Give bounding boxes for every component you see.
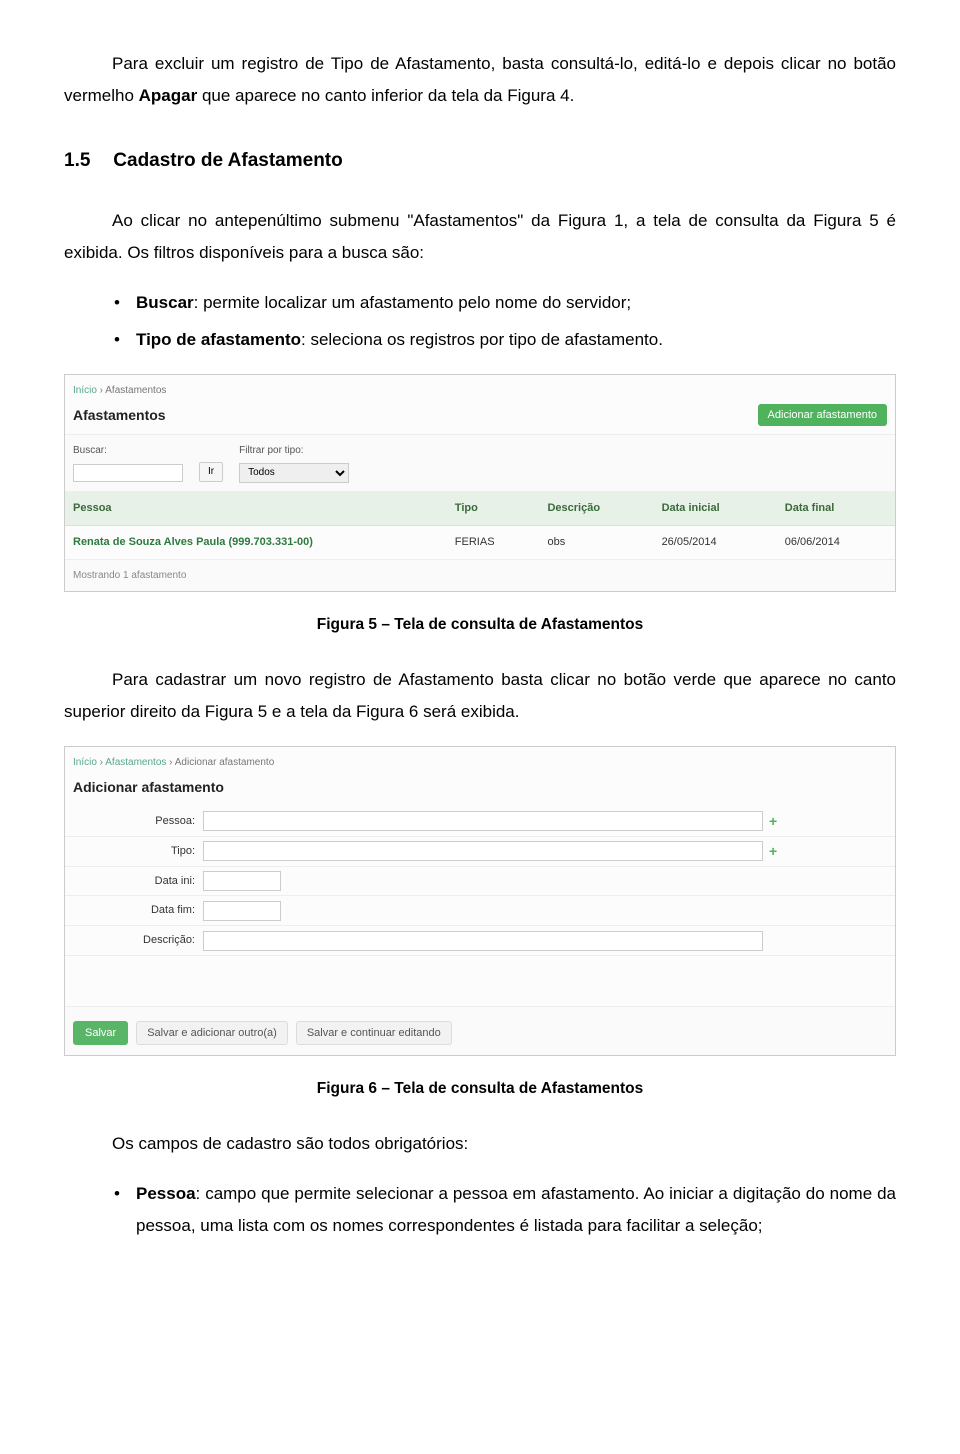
breadcrumb-afastamentos[interactable]: Afastamentos: [105, 757, 166, 768]
figure-6-caption: Figura 6 – Tela de consulta de Afastamen…: [64, 1074, 896, 1103]
descricao-field[interactable]: [203, 931, 763, 951]
breadcrumb-adicionar: Adicionar afastamento: [175, 757, 275, 768]
cell-tipo: FERIAS: [447, 526, 540, 560]
filtrar-label: Filtrar por tipo:: [239, 441, 349, 460]
search-input[interactable]: [73, 464, 183, 482]
plus-icon[interactable]: +: [769, 814, 777, 828]
breadcrumb: Início › Afastamentos: [65, 375, 895, 400]
breadcrumb-afastamentos: Afastamentos: [105, 385, 166, 396]
label-data-ini: Data ini:: [73, 871, 203, 892]
form-row-descricao: Descrição:: [65, 926, 895, 956]
bullet-pessoa-desc: : campo que permite selecionar a pessoa …: [136, 1184, 896, 1235]
filter-ir-group: Ir: [199, 461, 223, 483]
add-afastamento-button[interactable]: Adicionar afastamento: [758, 404, 887, 426]
filter-bullet-list: Buscar: permite localizar um afastamento…: [64, 287, 896, 356]
bullet-pessoa: Pessoa: campo que permite selecionar a p…: [136, 1178, 896, 1243]
bullet-buscar-desc: : permite localizar um afastamento pelo …: [194, 293, 631, 312]
plus-icon[interactable]: +: [769, 844, 777, 858]
table-header-row: Pessoa Tipo Descrição Data inicial Data …: [65, 492, 895, 525]
filter-bar: Buscar: Ir Filtrar por tipo: Todos: [65, 434, 895, 492]
bullet-pessoa-term: Pessoa: [136, 1184, 196, 1203]
salvar-outro-button[interactable]: Salvar e adicionar outro(a): [136, 1021, 288, 1045]
salvar-editar-button[interactable]: Salvar e continuar editando: [296, 1021, 452, 1045]
cell-fim: 06/06/2014: [777, 526, 895, 560]
table-row[interactable]: Renata de Souza Alves Paula (999.703.331…: [65, 526, 895, 560]
mid-paragraph: Para cadastrar um novo registro de Afast…: [64, 664, 896, 729]
section-number: 1.5: [64, 143, 108, 179]
bullet-tipo-desc: : seleciona os registros por tipo de afa…: [301, 330, 663, 349]
th-data-inicial[interactable]: Data inicial: [654, 492, 777, 525]
form-actions: Salvar Salvar e adicionar outro(a) Salva…: [65, 1006, 895, 1055]
label-data-fim: Data fim:: [73, 900, 203, 921]
salvar-button[interactable]: Salvar: [73, 1021, 128, 1045]
figure-5-screenshot: Início › Afastamentos Afastamentos Adici…: [64, 374, 896, 592]
page-title: Adicionar afastamento: [73, 774, 224, 801]
page-title: Afastamentos: [73, 402, 166, 429]
intro-bold-apagar: Apagar: [139, 86, 198, 105]
breadcrumb-inicio[interactable]: Início: [73, 385, 97, 396]
filter-tipo-select[interactable]: Todos: [239, 463, 349, 483]
afastamentos-table: Pessoa Tipo Descrição Data inicial Data …: [65, 492, 895, 560]
ir-button[interactable]: Ir: [199, 462, 223, 482]
form-row-tipo: Tipo: +: [65, 837, 895, 867]
th-tipo[interactable]: Tipo: [447, 492, 540, 525]
section-heading: 1.5 Cadastro de Afastamento: [64, 143, 896, 179]
th-descricao[interactable]: Descrição: [539, 492, 653, 525]
breadcrumb-inicio[interactable]: Início: [73, 757, 97, 768]
figure-5-caption: Figura 5 – Tela de consulta de Afastamen…: [64, 610, 896, 639]
breadcrumb: Início › Afastamentos › Adicionar afasta…: [65, 747, 895, 772]
tipo-field[interactable]: [203, 841, 763, 861]
th-pessoa[interactable]: Pessoa: [65, 492, 447, 525]
table-footer-count: Mostrando 1 afastamento: [65, 560, 895, 591]
label-tipo: Tipo:: [73, 841, 203, 862]
intro-text-c: que aparece no canto inferior da tela da…: [197, 86, 574, 105]
form-row-pessoa: Pessoa: +: [65, 807, 895, 837]
label-descricao: Descrição:: [73, 930, 203, 951]
pessoa-field[interactable]: [203, 811, 763, 831]
data-ini-field[interactable]: [203, 871, 281, 891]
cell-ini: 26/05/2014: [654, 526, 777, 560]
th-data-final[interactable]: Data final: [777, 492, 895, 525]
filter-buscar-group: Buscar:: [73, 441, 183, 483]
figure-6-screenshot: Início › Afastamentos › Adicionar afasta…: [64, 746, 896, 1056]
form-row-data-fim: Data fim:: [65, 896, 895, 926]
filter-tipo-group: Filtrar por tipo: Todos: [239, 441, 349, 483]
cadastro-bullet-list: Pessoa: campo que permite selecionar a p…: [64, 1178, 896, 1243]
label-pessoa: Pessoa:: [73, 811, 203, 832]
title-bar: Afastamentos Adicionar afastamento: [65, 400, 895, 435]
cell-desc: obs: [539, 526, 653, 560]
section-paragraph: Ao clicar no antepenúltimo submenu "Afas…: [64, 205, 896, 270]
bullet-tipo: Tipo de afastamento: seleciona os regist…: [136, 324, 896, 356]
title-bar: Adicionar afastamento: [65, 772, 895, 807]
bullet-tipo-term: Tipo de afastamento: [136, 330, 301, 349]
cell-pessoa[interactable]: Renata de Souza Alves Paula (999.703.331…: [65, 526, 447, 560]
bullet-buscar: Buscar: permite localizar um afastamento…: [136, 287, 896, 319]
section-title: Cadastro de Afastamento: [113, 150, 342, 171]
intro-paragraph: Para excluir um registro de Tipo de Afas…: [64, 48, 896, 113]
bullet-buscar-term: Buscar: [136, 293, 194, 312]
data-fim-field[interactable]: [203, 901, 281, 921]
end-paragraph: Os campos de cadastro são todos obrigató…: [64, 1128, 896, 1160]
buscar-label: Buscar:: [73, 441, 183, 460]
form-row-data-ini: Data ini:: [65, 867, 895, 897]
